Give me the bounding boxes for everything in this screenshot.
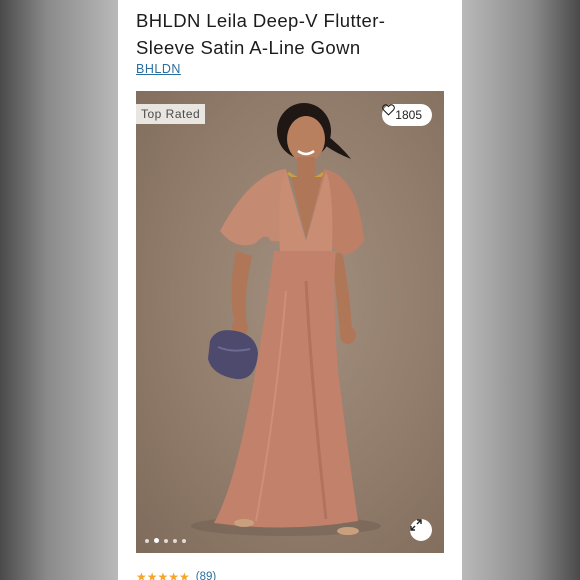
pagination-dot[interactable] <box>182 538 186 543</box>
top-rated-badge: Top Rated <box>136 104 206 124</box>
expand-image-button[interactable] <box>410 519 432 541</box>
star-rating-icon: ★★★★★ <box>136 570 190 580</box>
review-count-link[interactable]: (89) <box>196 571 216 580</box>
product-image-gallery[interactable]: Top Rated 1805 <box>136 91 444 553</box>
product-photo <box>191 103 381 536</box>
product-card: BHLDN Leila Deep-V Flutter-Sleeve Satin … <box>118 0 462 580</box>
gallery-pagination <box>145 538 186 543</box>
pagination-dot[interactable] <box>173 538 177 543</box>
pagination-dot[interactable] <box>164 538 168 543</box>
like-button[interactable]: 1805 <box>382 104 432 126</box>
brand-link[interactable]: BHLDN <box>136 62 181 76</box>
likes-count: 1805 <box>395 108 422 122</box>
blurred-background-left <box>0 0 118 580</box>
product-title: BHLDN Leila Deep-V Flutter-Sleeve Satin … <box>136 10 386 58</box>
pagination-dot[interactable] <box>145 538 149 543</box>
expand-arrows-icon <box>410 519 422 531</box>
rating-summary: ★★★★★ (89) <box>136 570 216 580</box>
heart-icon <box>382 104 396 116</box>
pagination-dot-active[interactable] <box>154 538 159 543</box>
blurred-background-right <box>462 0 580 580</box>
